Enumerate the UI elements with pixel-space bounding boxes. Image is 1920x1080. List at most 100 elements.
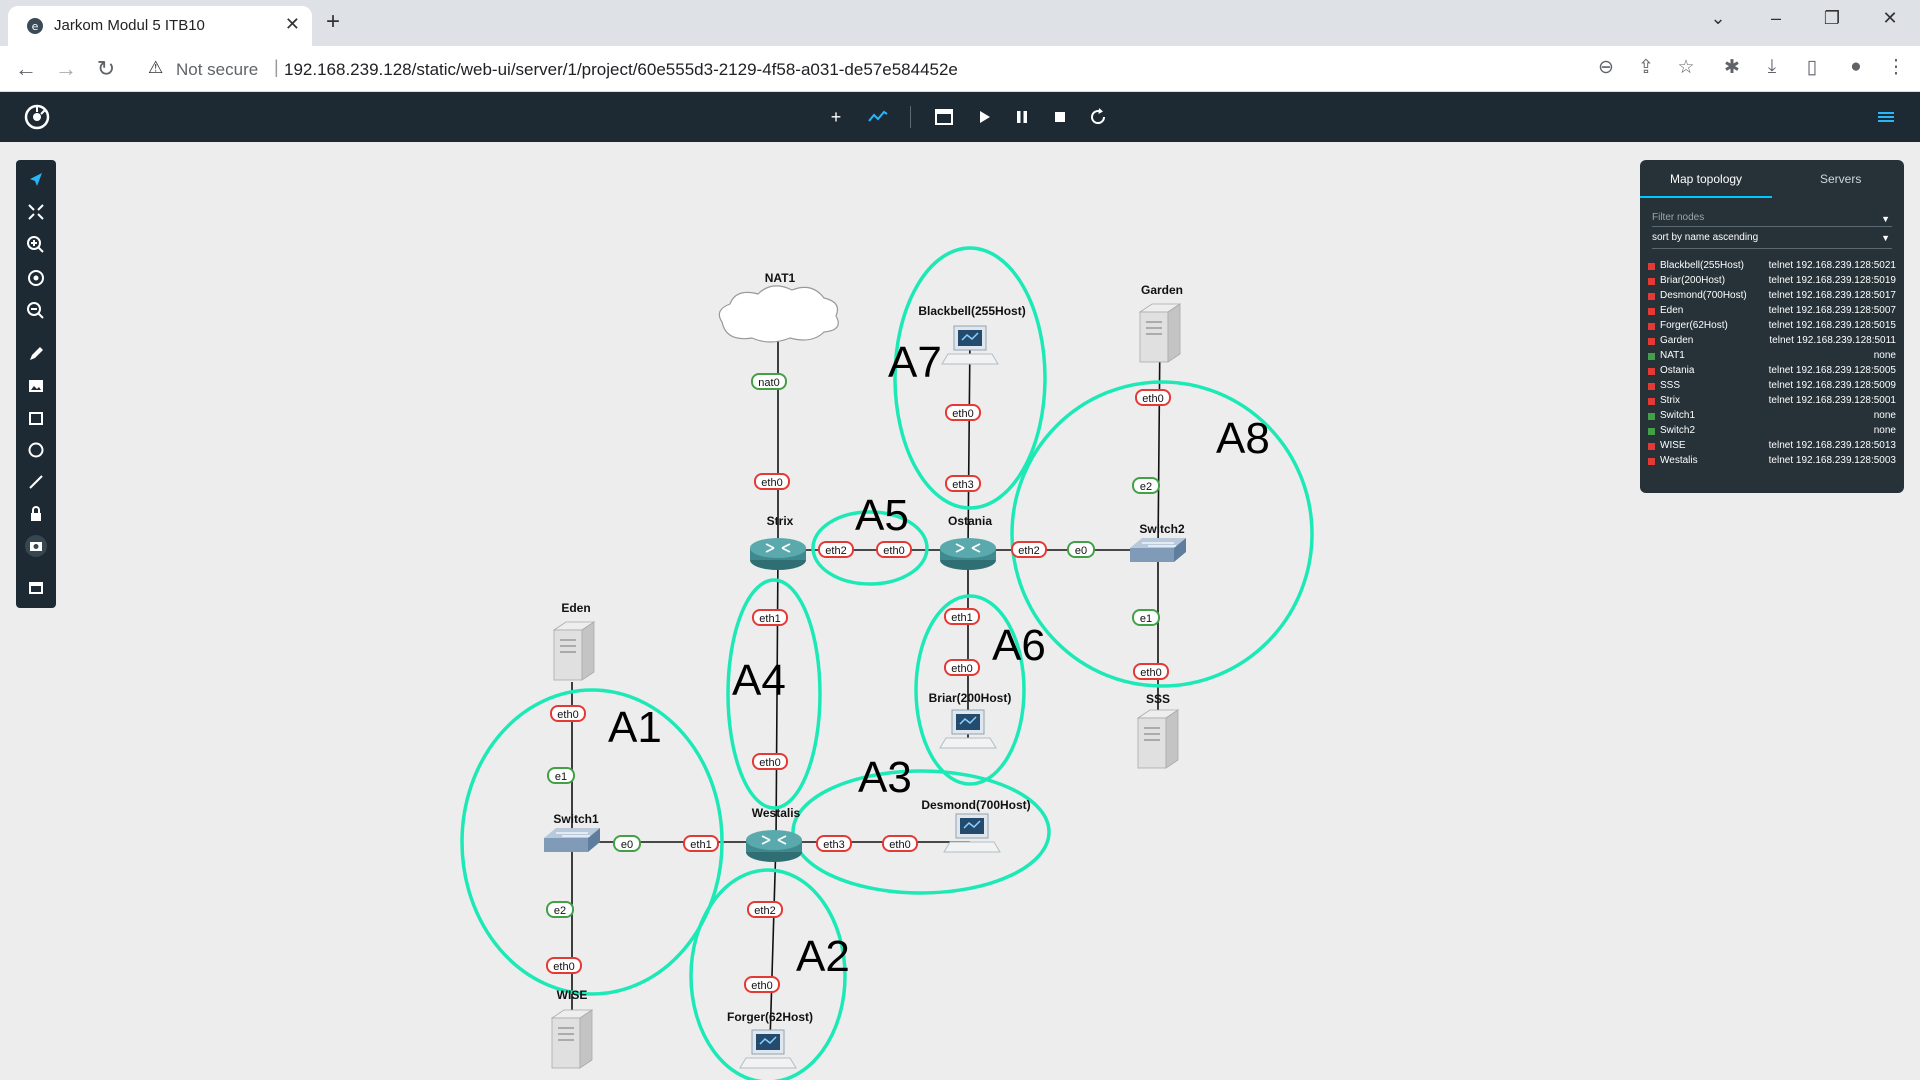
new-tab-icon[interactable]: + bbox=[326, 8, 340, 36]
node-switch2[interactable]: Switch2 bbox=[1129, 522, 1187, 563]
tab-search-icon[interactable]: ⌄ bbox=[1704, 8, 1732, 29]
suspend-all-icon[interactable] bbox=[1010, 105, 1034, 129]
restore-icon[interactable]: ❐ bbox=[1818, 8, 1846, 29]
gns3-logo-icon[interactable] bbox=[24, 104, 50, 130]
hamburger-menu-icon[interactable] bbox=[1876, 107, 1896, 127]
tab-servers[interactable]: Servers bbox=[1820, 172, 1861, 186]
sort-select[interactable]: sort by name ascending bbox=[1652, 232, 1758, 243]
node-list-item[interactable]: Switch1 none bbox=[1648, 410, 1896, 425]
node-list-item[interactable]: Briar(200Host) telnet 192.168.239.128:501… bbox=[1648, 275, 1896, 290]
browser-tab[interactable]: e Jarkom Modul 5 ITB10 ✕ bbox=[8, 6, 312, 46]
port-label: eth0 bbox=[944, 659, 980, 676]
fit-screen-icon[interactable] bbox=[24, 200, 48, 224]
zoom-out-icon[interactable] bbox=[24, 299, 48, 323]
node-briar[interactable]: Briar(200Host) bbox=[929, 691, 1012, 749]
node-ostania[interactable]: Ostania bbox=[939, 514, 997, 571]
port-label: eth0 bbox=[945, 404, 981, 421]
start-all-icon[interactable] bbox=[972, 105, 996, 129]
node-list-item[interactable]: Switch2 none bbox=[1648, 425, 1896, 440]
area-label-a7: A7 bbox=[888, 338, 942, 387]
node-list-item[interactable]: Blackbell(255Host) telnet 192.168.239.128… bbox=[1648, 260, 1896, 275]
node-desmond[interactable]: Desmond(700Host) bbox=[921, 798, 1031, 853]
line-icon[interactable] bbox=[24, 470, 48, 494]
address-bar[interactable]: ⚠ Not secure | 192.168.239.128/static/we… bbox=[136, 51, 1636, 87]
node-westalis[interactable]: Westalis bbox=[745, 806, 803, 863]
screenshot-camera-icon[interactable] bbox=[24, 534, 48, 558]
svg-text:eth3: eth3 bbox=[952, 479, 973, 491]
server-icon bbox=[1137, 709, 1179, 769]
node-forger[interactable]: Forger(62Host) bbox=[727, 1010, 813, 1069]
zoom-in-icon[interactable] bbox=[24, 233, 48, 257]
console-icon[interactable] bbox=[24, 576, 48, 600]
node-list-item[interactable]: NAT1 none bbox=[1648, 350, 1896, 365]
reset-zoom-icon[interactable] bbox=[24, 266, 48, 290]
reload-all-icon[interactable] bbox=[1086, 105, 1110, 129]
ellipse-icon[interactable] bbox=[24, 438, 48, 462]
tab-map-topology[interactable]: Map topology bbox=[1670, 172, 1742, 186]
minimize-icon[interactable]: – bbox=[1762, 8, 1790, 29]
svg-text:eth1: eth1 bbox=[951, 612, 972, 624]
back-icon[interactable]: ← bbox=[12, 56, 40, 82]
node-list-item[interactable]: Eden telnet 192.168.239.128:5007 bbox=[1648, 305, 1896, 320]
console-all-icon[interactable] bbox=[932, 105, 956, 129]
share-icon[interactable]: ⇪ bbox=[1632, 56, 1660, 79]
node-list-item[interactable]: Garden telnet 192.168.239.128:5011 bbox=[1648, 335, 1896, 350]
node-switch1[interactable]: Switch1 bbox=[543, 812, 601, 853]
node-wise[interactable]: WISE bbox=[551, 988, 593, 1069]
node-list-item[interactable]: Ostania telnet 192.168.239.128:5005 bbox=[1648, 365, 1896, 380]
status-indicator bbox=[1648, 278, 1655, 285]
node-sss[interactable]: SSS bbox=[1137, 692, 1179, 769]
reload-icon[interactable]: ↻ bbox=[92, 56, 120, 82]
node-strix[interactable]: Strix bbox=[749, 514, 807, 571]
pencil-icon[interactable] bbox=[24, 342, 48, 366]
node-eden[interactable]: Eden bbox=[553, 601, 595, 681]
select-pointer-icon[interactable] bbox=[24, 168, 48, 192]
traffic-graph-icon[interactable] bbox=[866, 105, 890, 129]
stop-all-icon[interactable] bbox=[1048, 105, 1072, 129]
sort-dropdown-icon[interactable]: ▼ bbox=[1881, 233, 1890, 243]
node-label: NAT1 bbox=[765, 271, 796, 285]
node-list-item[interactable]: Desmond(700Host) telnet 192.168.239.128:5… bbox=[1648, 290, 1896, 305]
node-list-console: telnet 192.168.239.128:5019 bbox=[1768, 275, 1896, 286]
filter-nodes-input[interactable]: Filter nodes bbox=[1652, 212, 1704, 223]
image-icon[interactable] bbox=[24, 374, 48, 398]
port-label: eth0 bbox=[876, 541, 912, 558]
download-icon[interactable]: ⤓ bbox=[1758, 56, 1786, 78]
svg-text:eth0: eth0 bbox=[761, 477, 782, 489]
lock-icon[interactable] bbox=[24, 502, 48, 526]
topology-canvas[interactable]: A7 A8 A5 A4 A6 A1 A3 A2 NAT1 Strix Ostan… bbox=[0, 142, 1920, 1080]
close-tab-icon[interactable]: ✕ bbox=[285, 14, 300, 35]
forward-icon[interactable]: → bbox=[52, 56, 80, 82]
node-list-item[interactable]: Strix telnet 192.168.239.128:5001 bbox=[1648, 395, 1896, 410]
warning-icon: ⚠ bbox=[148, 58, 164, 77]
filter-dropdown-icon[interactable]: ▼ bbox=[1881, 214, 1890, 224]
port-label: eth2 bbox=[1011, 541, 1047, 558]
node-list-item[interactable]: Westalis telnet 192.168.239.128:5003 bbox=[1648, 455, 1896, 470]
node-label: Ostania bbox=[948, 514, 992, 528]
node-list-item[interactable]: WISE telnet 192.168.239.128:5013 bbox=[1648, 440, 1896, 455]
svg-text:eth0: eth0 bbox=[883, 545, 904, 557]
node-garden[interactable]: Garden bbox=[1139, 283, 1183, 363]
extensions-icon[interactable]: ✱ bbox=[1718, 56, 1746, 79]
browser-menu-icon[interactable]: ⋮ bbox=[1882, 56, 1910, 79]
rectangle-icon[interactable] bbox=[24, 406, 48, 430]
router-icon bbox=[939, 537, 997, 571]
zoom-icon[interactable]: ⊖ bbox=[1592, 56, 1620, 79]
svg-text:e2: e2 bbox=[554, 905, 566, 917]
bookmark-star-icon[interactable]: ☆ bbox=[1672, 56, 1700, 79]
node-nat1[interactable]: NAT1 bbox=[718, 271, 839, 343]
svg-text:e1: e1 bbox=[1140, 613, 1152, 625]
node-list-name: Desmond(700Host) bbox=[1660, 290, 1747, 301]
add-node-icon[interactable]: + bbox=[824, 105, 848, 129]
svg-text:eth0: eth0 bbox=[889, 839, 910, 851]
side-panel-icon[interactable]: ▯ bbox=[1798, 56, 1826, 79]
node-list-item[interactable]: Forger(62Host) telnet 192.168.239.128:501… bbox=[1648, 320, 1896, 335]
profile-avatar-icon[interactable]: ● bbox=[1842, 56, 1870, 78]
close-window-icon[interactable]: ✕ bbox=[1876, 8, 1904, 29]
port-label: e0 bbox=[1067, 541, 1095, 558]
node-list-item[interactable]: SSS telnet 192.168.239.128:5009 bbox=[1648, 380, 1896, 395]
node-list-name: NAT1 bbox=[1660, 350, 1685, 361]
port-label: e1 bbox=[1132, 609, 1160, 626]
status-indicator bbox=[1648, 353, 1655, 360]
node-list-name: Switch2 bbox=[1660, 425, 1696, 436]
